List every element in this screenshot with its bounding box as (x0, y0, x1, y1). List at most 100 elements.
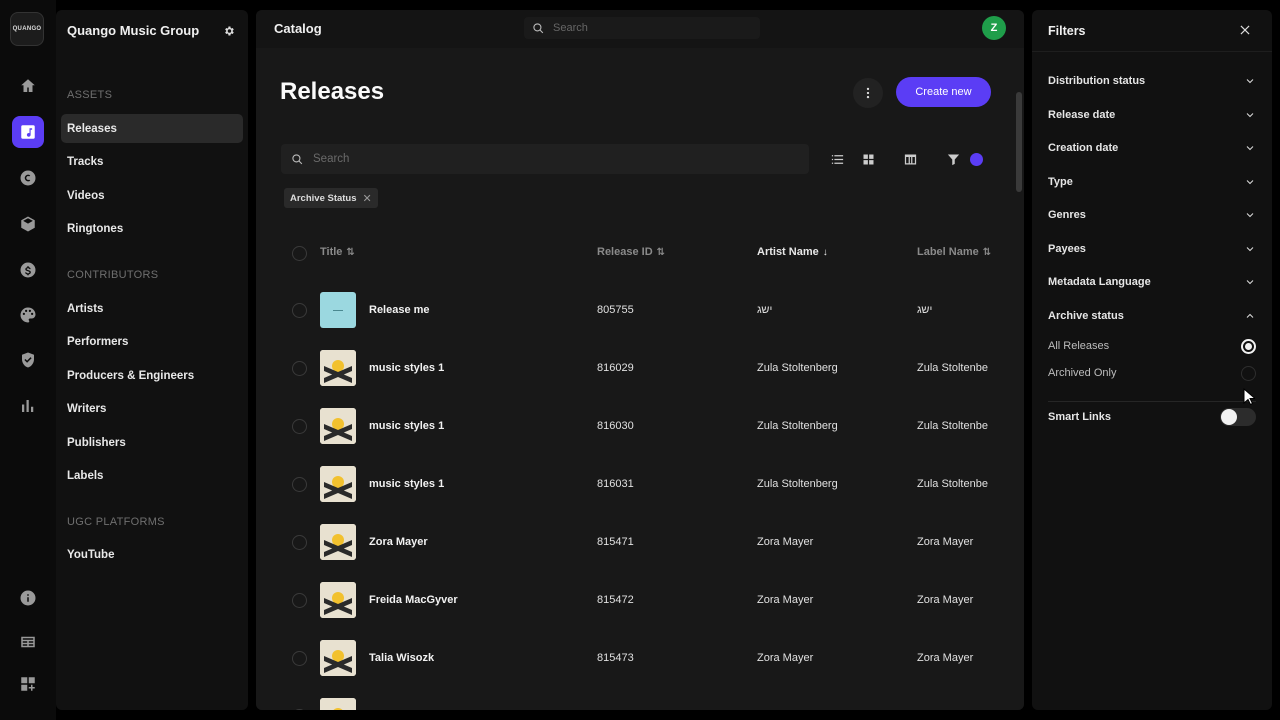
row-checkbox[interactable] (292, 361, 307, 376)
gear-icon[interactable] (223, 24, 235, 36)
bar-chart-icon[interactable] (12, 390, 44, 422)
music-note-icon[interactable] (12, 116, 44, 148)
nav-item-producers-engineers[interactable]: Producers & Engineers (61, 361, 243, 390)
section-label-assets: ASSETS (67, 89, 113, 101)
dollar-icon[interactable] (12, 254, 44, 286)
column-header-label-name[interactable]: Label Name ⇅ (917, 246, 991, 258)
close-icon[interactable]: ✕ (363, 192, 372, 205)
global-search[interactable] (524, 17, 760, 39)
chip-label: Archive Status (290, 192, 357, 204)
cube-icon[interactable] (12, 208, 44, 240)
apps-icon[interactable] (12, 668, 44, 700)
row-checkbox[interactable] (292, 593, 307, 608)
artist-name: Zora Mayer (757, 594, 814, 606)
filter-group-distribution-status[interactable]: Distribution status (1048, 71, 1256, 91)
chevron-down-icon (1246, 280, 1254, 285)
filter-group-genres[interactable]: Genres (1048, 205, 1256, 225)
release-id: 816030 (597, 420, 634, 432)
filter-icon[interactable] (942, 148, 964, 170)
filter-chip[interactable]: Archive Status ✕ (284, 188, 378, 208)
column-header-title[interactable]: Title ⇅ (320, 246, 355, 258)
palette-icon[interactable] (12, 299, 44, 331)
nav-item-tracks[interactable]: Tracks (61, 147, 243, 176)
nav-item-performers[interactable]: Performers (61, 327, 243, 356)
row-checkbox[interactable] (292, 477, 307, 492)
radio-all-releases[interactable] (1241, 338, 1256, 354)
row-checkbox[interactable] (292, 651, 307, 666)
shield-check-icon[interactable] (12, 344, 44, 376)
table-row[interactable]: Talia Wisozk815474Zora MayerZora Mayer (256, 689, 1024, 710)
global-search-input[interactable] (553, 22, 743, 34)
releases-content: Releases Create new Archive Status ✕ Tit… (256, 48, 1024, 710)
release-title[interactable]: Zora Mayer (369, 536, 428, 548)
row-checkbox[interactable] (292, 303, 307, 318)
table-row[interactable]: Freida MacGyver 815472 Zora Mayer Zora Maye… (256, 573, 1024, 631)
grid-view-icon[interactable] (857, 148, 879, 170)
columns-icon[interactable] (899, 148, 921, 170)
list-view-icon[interactable] (826, 148, 848, 170)
section-label-contributors: CONTRIBUTORS (67, 269, 159, 281)
kebab-icon (866, 87, 870, 99)
row-checkbox[interactable] (292, 535, 307, 550)
more-options-button[interactable] (853, 78, 883, 108)
table-row[interactable]: Release me 805755 ישג ישג (256, 283, 1024, 341)
filter-group-archive-status[interactable]: Archive status (1048, 306, 1256, 326)
filter-group-creation-date[interactable]: Creation date (1048, 138, 1256, 158)
filter-group-release-date[interactable]: Release date (1048, 105, 1256, 125)
breadcrumb[interactable]: Catalog (274, 21, 322, 36)
row-checkbox[interactable] (292, 419, 307, 434)
table-icon[interactable] (12, 626, 44, 658)
nav-item-writers[interactable]: Writers (61, 394, 243, 423)
org-name[interactable]: Quango Music Group (67, 23, 199, 38)
table-row[interactable]: music styles 1 816031 Zula Stoltenberg Zula… (256, 457, 1024, 515)
smart-links-row[interactable]: Smart Links (1048, 407, 1256, 427)
filter-group-metadata-language[interactable]: Metadata Language (1048, 272, 1256, 292)
nav-item-publishers[interactable]: Publishers (61, 428, 243, 457)
home-icon[interactable] (12, 70, 44, 102)
table-row[interactable]: Talia Wisozk 815473 Zora Mayer Zora Mayer (256, 631, 1024, 689)
app-logo[interactable]: QUANGO (10, 12, 44, 46)
avatar[interactable]: Z (982, 16, 1006, 40)
nav-item-videos[interactable]: Videos (61, 181, 243, 210)
radio-archived-only[interactable] (1241, 365, 1256, 381)
release-artwork (320, 640, 356, 676)
select-all-checkbox[interactable] (292, 246, 307, 261)
copyright-icon[interactable] (12, 162, 44, 194)
nav-item-labels[interactable]: Labels (61, 461, 243, 490)
release-title[interactable]: Release me (369, 304, 430, 316)
mouse-cursor-icon (1243, 388, 1255, 406)
release-artwork (320, 524, 356, 560)
create-new-button[interactable]: Create new (896, 77, 991, 107)
filter-group-type[interactable]: Type (1048, 172, 1256, 192)
info-icon[interactable] (12, 582, 44, 614)
release-title[interactable]: Talia Wisozk (369, 652, 434, 664)
table-row[interactable]: music styles 1 816030 Zula Stoltenberg Zula… (256, 399, 1024, 457)
table-row[interactable]: music styles 1 816029 Zula Stoltenberg Zula… (256, 341, 1024, 399)
nav-item-releases[interactable]: Releases (61, 114, 243, 143)
nav-item-artists[interactable]: Artists (61, 294, 243, 323)
table-search[interactable] (281, 144, 809, 174)
release-title[interactable]: music styles 1 (369, 478, 444, 490)
release-title[interactable]: Freida MacGyver (369, 594, 458, 606)
archive-option-archived-only[interactable]: Archived Only (1048, 364, 1256, 382)
artist-name: Zula Stoltenberg (757, 420, 838, 432)
filters-panel: Filters Distribution status Release date C… (1032, 10, 1272, 710)
nav-item-youtube[interactable]: YouTube (61, 540, 243, 569)
sort-desc-icon: ↓ (822, 246, 828, 258)
row-checkbox[interactable] (292, 709, 307, 710)
nav-item-ringtones[interactable]: Ringtones (61, 214, 243, 243)
scrollbar[interactable] (1016, 92, 1022, 192)
divider (1048, 401, 1256, 402)
release-title[interactable]: music styles 1 (369, 362, 444, 374)
column-header-release-id[interactable]: Release ID ⇅ (597, 246, 665, 258)
archive-option-all-releases[interactable]: All Releases (1048, 337, 1256, 355)
release-title[interactable]: music styles 1 (369, 420, 444, 432)
table-row[interactable]: Zora Mayer 815471 Zora Mayer Zora Mayer (256, 515, 1024, 573)
release-artwork (320, 582, 356, 618)
close-icon[interactable] (1238, 23, 1254, 39)
filter-group-payees[interactable]: Payees (1048, 239, 1256, 259)
table-search-input[interactable] (313, 153, 793, 165)
smart-links-toggle[interactable] (1220, 408, 1256, 426)
artist-name: ישג (757, 304, 773, 316)
column-header-artist-name[interactable]: Artist Name ↓ (757, 246, 828, 258)
